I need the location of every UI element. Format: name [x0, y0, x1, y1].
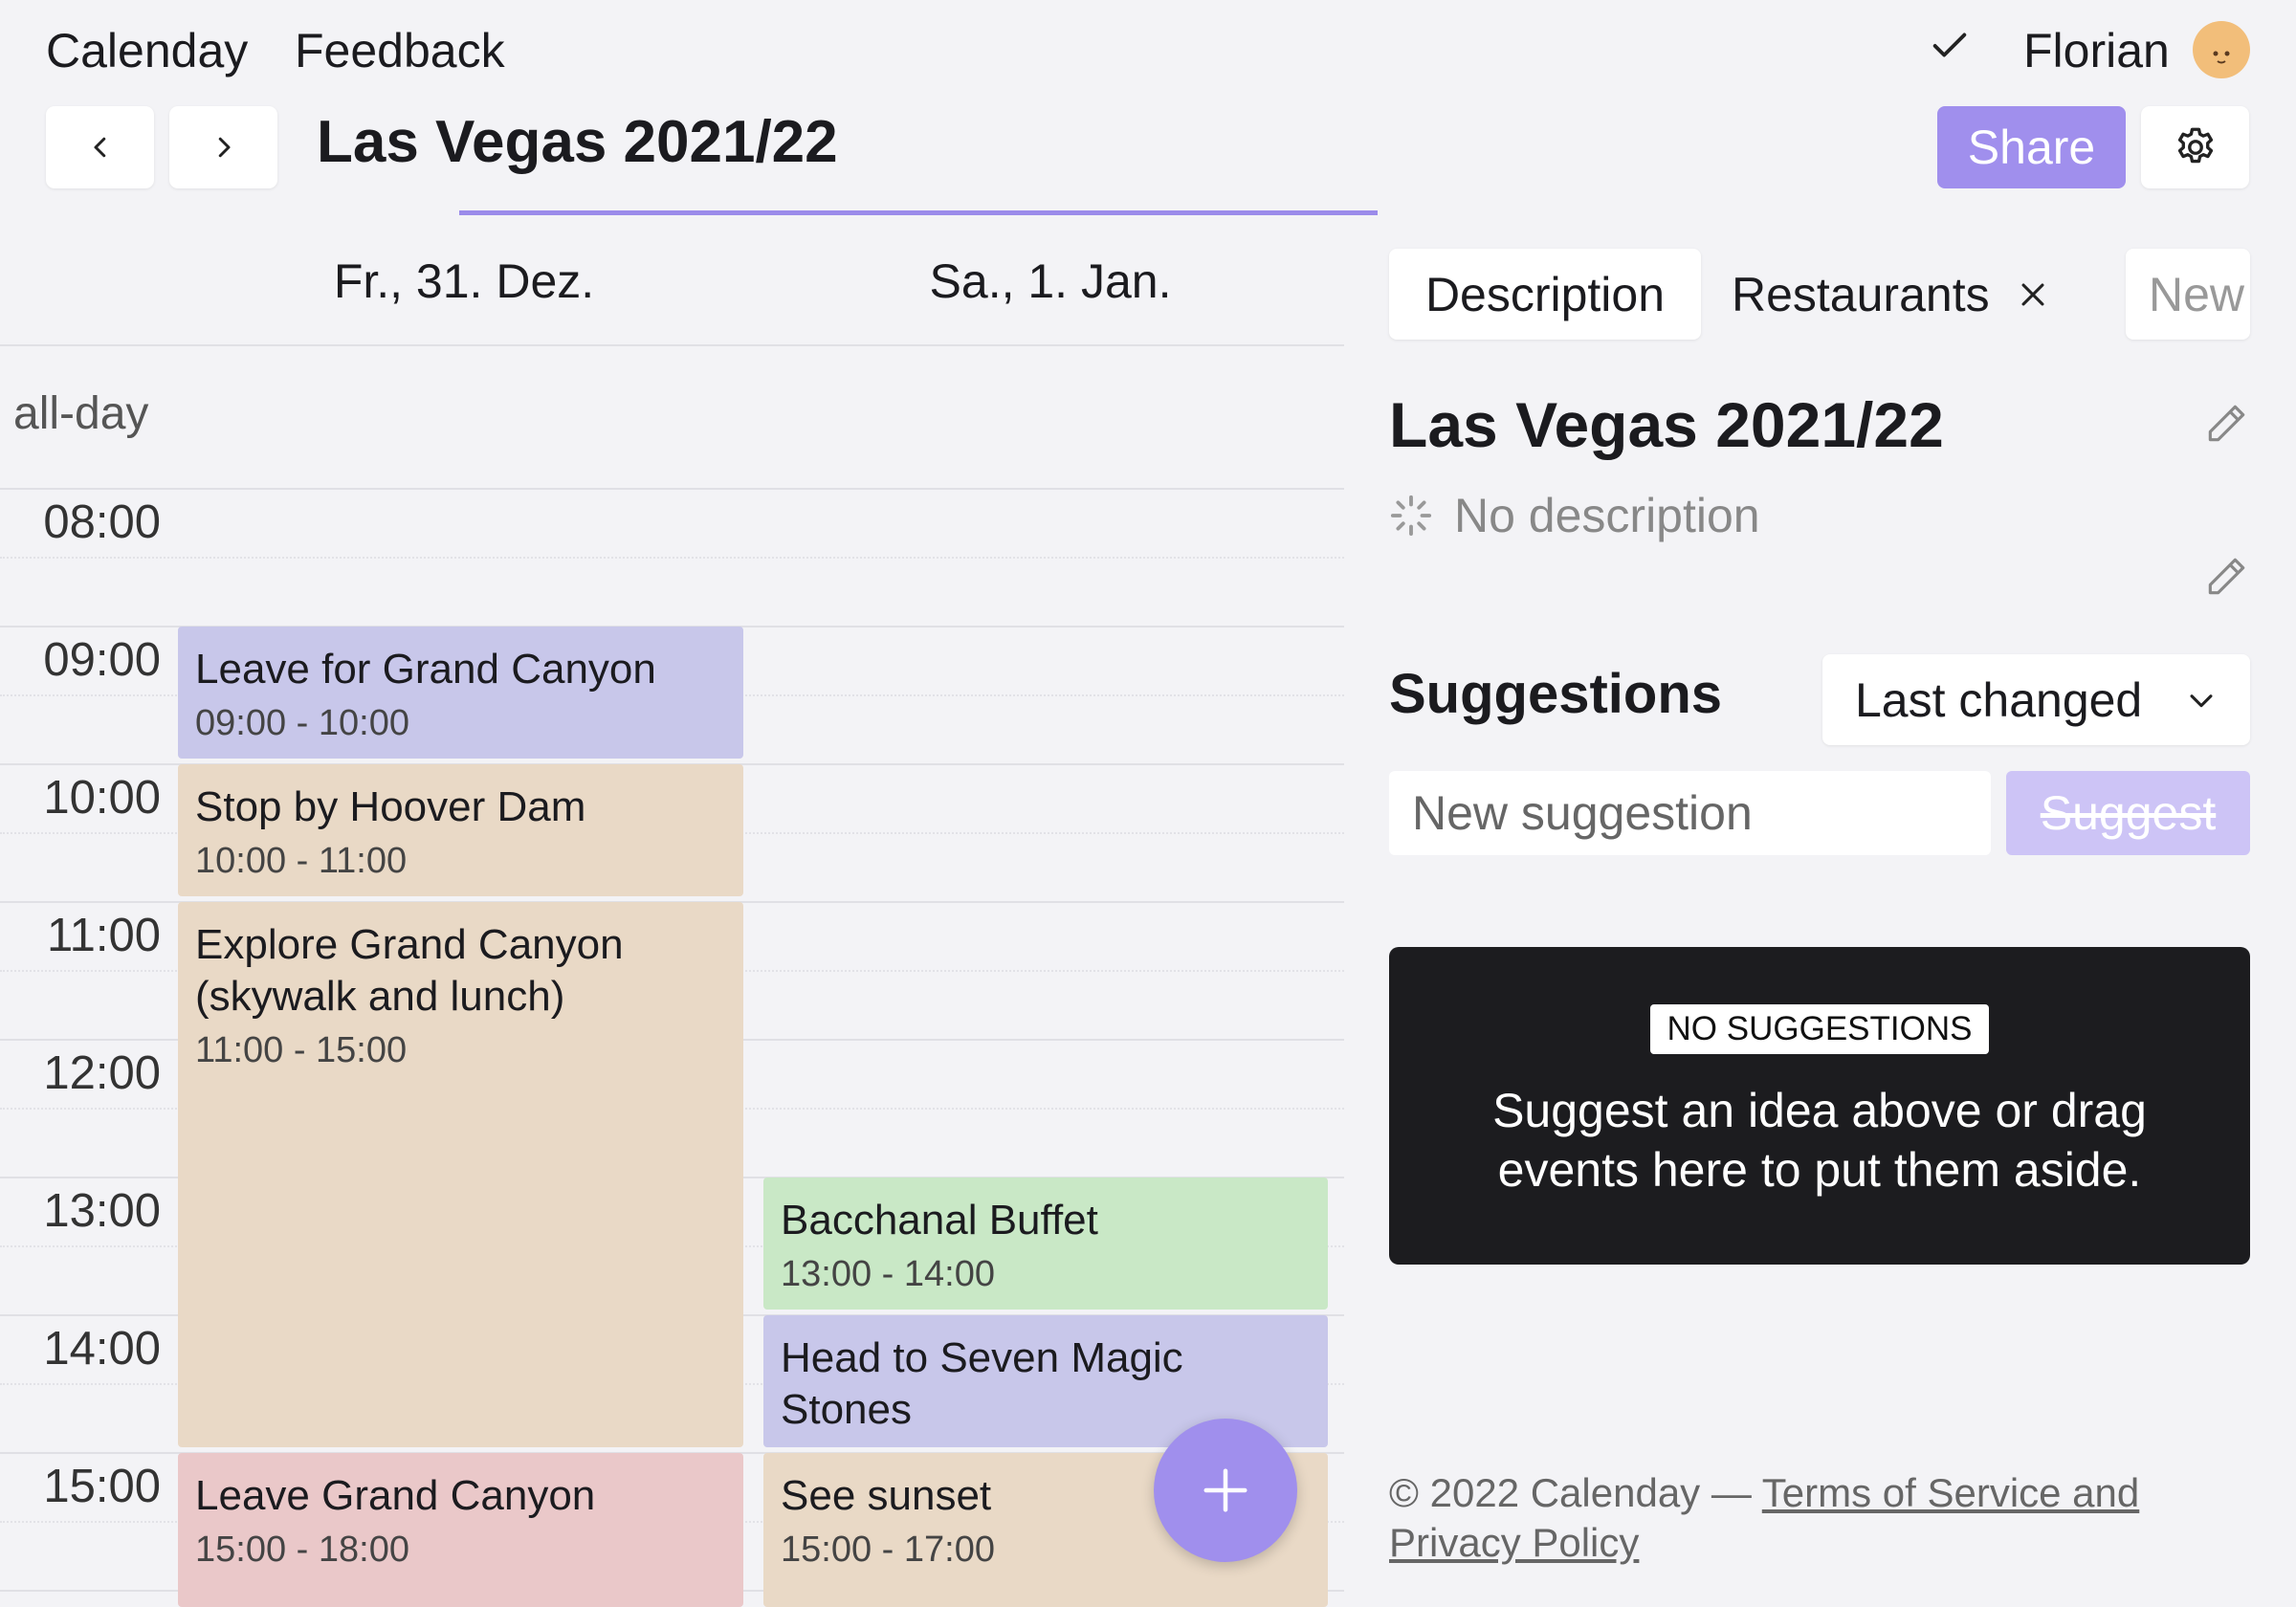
empty-text: Suggest an idea above or drag events her… — [1492, 1084, 2147, 1197]
calendar-title: Las Vegas 2021/22 — [317, 109, 838, 175]
day-header-sat[interactable]: Sa., 1. Jan. — [763, 253, 1337, 309]
chevron-down-icon — [2190, 693, 2213, 707]
edit-description-pencil-icon[interactable] — [2202, 553, 2250, 605]
user-name[interactable]: Florian — [2023, 23, 2170, 78]
day-header-fri[interactable]: Fr., 31. Dez. — [177, 253, 751, 309]
divider — [0, 344, 1344, 346]
suggestions-empty-state[interactable]: NO SUGGESTIONS Suggest an idea above or … — [1389, 947, 2250, 1265]
event-time: 11:00 - 15:00 — [195, 1030, 408, 1070]
tab-label: New — [2149, 267, 2245, 321]
feedback-link[interactable]: Feedback — [295, 23, 505, 78]
loading-progress-bar — [459, 210, 1378, 215]
tab-new[interactable]: New — [2126, 249, 2250, 340]
suggestions-heading: Suggestions — [1389, 663, 1723, 725]
no-description-text: No description — [1454, 489, 1760, 542]
all-day-label: all-day — [13, 388, 149, 439]
edit-title-pencil-icon[interactable] — [2202, 400, 2250, 452]
tab-label: Description — [1424, 267, 1666, 321]
event-title: Stop by Hoover Dam — [195, 783, 586, 830]
plus-icon — [1203, 1468, 1247, 1512]
time-label: 08:00 — [43, 496, 161, 548]
add-event-button[interactable] — [1154, 1419, 1297, 1562]
close-icon[interactable] — [2017, 278, 2049, 311]
chevron-left-icon — [94, 137, 105, 158]
half-hour-line — [0, 557, 1344, 559]
avatar[interactable] — [2193, 21, 2250, 78]
event-time: 15:00 - 18:00 — [195, 1530, 409, 1570]
tab-label: Restaurants — [1732, 267, 1990, 321]
description-status: No description — [1389, 488, 1760, 543]
suggest-button[interactable]: Suggest — [2006, 771, 2250, 855]
tab-description[interactable]: Description — [1389, 249, 1701, 340]
time-label: 12:00 — [43, 1047, 161, 1099]
event-time: 09:00 - 10:00 — [195, 703, 409, 743]
divider — [0, 488, 1344, 490]
time-label: 14:00 — [43, 1323, 161, 1375]
time-label: 10:00 — [43, 772, 161, 824]
copyright-text: © 2022 Calenday — — [1389, 1470, 1762, 1515]
sort-selected-value: Last changed — [1855, 672, 2143, 727]
check-icon[interactable] — [1928, 23, 1972, 72]
loading-spinner-icon — [1390, 495, 1432, 537]
panel-title: Las Vegas 2021/22 — [1389, 389, 1944, 460]
share-button[interactable]: Share — [1937, 106, 2126, 188]
empty-badge: NO SUGGESTIONS — [1649, 1004, 1990, 1054]
tab-restaurants[interactable]: Restaurants — [1732, 249, 2095, 340]
suggestion-input[interactable]: New suggestion — [1389, 771, 1991, 855]
event-hoover-dam[interactable]: Stop by Hoover Dam 10:00 - 11:00 — [178, 764, 743, 896]
footer: © 2022 Calenday — Terms of Service and P… — [1389, 1468, 2250, 1568]
event-title: Bacchanal Buffet — [781, 1197, 1098, 1244]
event-time: 10:00 - 11:00 — [195, 841, 408, 881]
event-explore-grand-canyon[interactable]: Explore Grand Canyon (skywalk and lunch)… — [178, 902, 743, 1447]
event-title: Explore Grand Canyon (skywalk and lunch) — [195, 921, 624, 1020]
event-title: Leave for Grand Canyon — [195, 646, 656, 693]
settings-button[interactable] — [2141, 106, 2249, 188]
time-label: 09:00 — [43, 634, 161, 686]
time-label: 13:00 — [43, 1185, 161, 1237]
sort-select[interactable]: Last changed — [1822, 654, 2250, 745]
gear-icon — [2177, 127, 2213, 164]
time-label: 11:00 — [47, 910, 161, 961]
brand-link[interactable]: Calenday — [46, 23, 248, 78]
event-time: 13:00 - 14:00 — [781, 1254, 995, 1294]
next-button[interactable] — [169, 106, 277, 188]
time-label: 15:00 — [43, 1461, 161, 1512]
event-leave-for-grand-canyon[interactable]: Leave for Grand Canyon 09:00 - 10:00 — [178, 627, 743, 759]
event-title: Leave Grand Canyon — [195, 1472, 596, 1519]
previous-button[interactable] — [46, 106, 154, 188]
event-leave-grand-canyon[interactable]: Leave Grand Canyon 15:00 - 18:00 — [178, 1453, 743, 1607]
event-bacchanal-buffet[interactable]: Bacchanal Buffet 13:00 - 14:00 — [763, 1178, 1328, 1310]
chevron-right-icon — [218, 137, 230, 158]
